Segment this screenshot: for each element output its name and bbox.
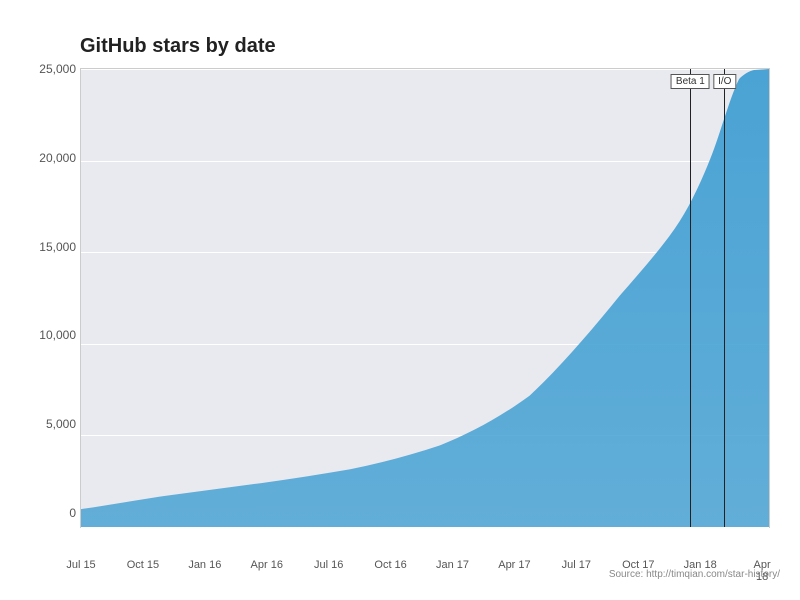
x-label-oct16: Oct 16 xyxy=(374,559,406,571)
annotation-line-beta1: Beta 1 xyxy=(690,69,691,527)
x-label-apr16: Apr 16 xyxy=(251,559,283,571)
x-label-apr17: Apr 17 xyxy=(498,559,530,571)
x-label-oct15: Oct 15 xyxy=(127,559,159,571)
x-label-jul17: Jul 17 xyxy=(562,559,591,571)
source-text: Source: http://timqian.com/star-history/ xyxy=(609,569,780,580)
y-axis-labels: 25,000 20,000 15,000 10,000 5,000 0 xyxy=(16,69,76,527)
y-label-5000: 5,000 xyxy=(16,417,76,431)
x-label-jul16: Jul 16 xyxy=(314,559,343,571)
y-label-20000: 20,000 xyxy=(16,151,76,165)
chart-area: Beta 1 I/O 25,000 20,000 15,000 10,000 5… xyxy=(80,68,770,528)
x-label-jan16: Jan 16 xyxy=(188,559,221,571)
y-label-10000: 10,000 xyxy=(16,328,76,342)
x-label-jul15: Jul 15 xyxy=(66,559,95,571)
chart-title: GitHub stars by date xyxy=(80,35,770,58)
x-label-jan17: Jan 17 xyxy=(436,559,469,571)
area-fill xyxy=(81,69,769,527)
chart-container: GitHub stars by date xyxy=(10,15,790,585)
y-label-15000: 15,000 xyxy=(16,240,76,254)
y-label-25000: 25,000 xyxy=(16,62,76,76)
grid-line-bottom xyxy=(81,527,769,528)
area-chart-svg xyxy=(81,69,769,527)
annotation-label-beta1: Beta 1 xyxy=(671,74,710,89)
annotation-label-io: I/O xyxy=(713,74,736,89)
y-label-0: 0 xyxy=(16,506,76,520)
annotation-line-io: I/O xyxy=(724,69,725,527)
